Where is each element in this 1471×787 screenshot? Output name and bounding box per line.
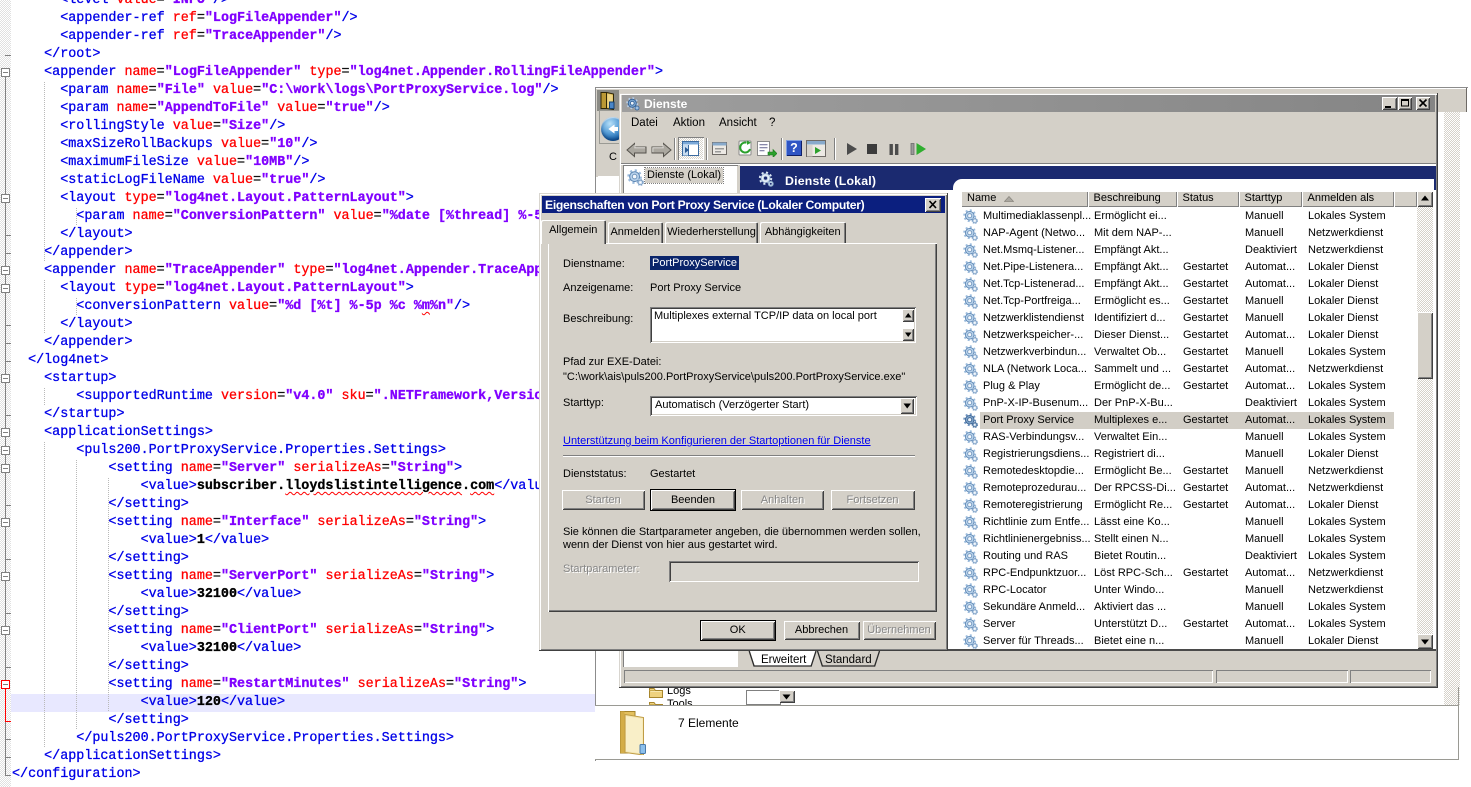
svg-text:Standard: Standard [825, 654, 872, 666]
svg-text:Erweitert: Erweitert [761, 654, 807, 666]
